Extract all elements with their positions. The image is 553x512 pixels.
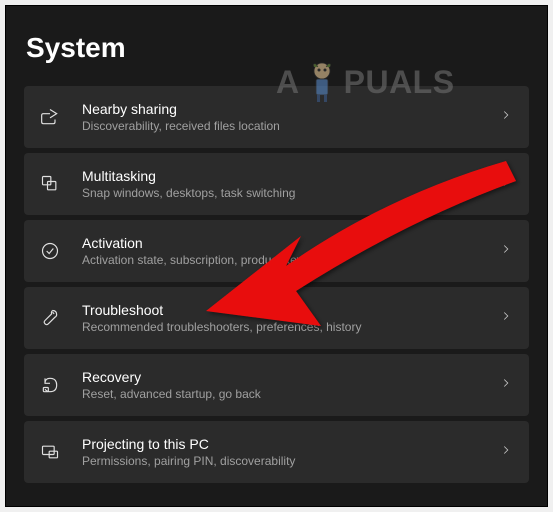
share-icon [38,105,62,129]
recovery-icon [38,373,62,397]
settings-item-multitasking[interactable]: Multitasking Snap windows, desktops, tas… [24,153,529,215]
settings-window: System A PUALS Nearby sharing Dis [5,5,548,507]
item-text: Recovery Reset, advanced startup, go bac… [82,368,489,403]
item-subtitle: Permissions, pairing PIN, discoverabilit… [82,454,489,470]
settings-list: Nearby sharing Discoverability, received… [24,86,529,483]
settings-item-activation[interactable]: Activation Activation state, subscriptio… [24,220,529,282]
item-title: Projecting to this PC [82,435,489,453]
wrench-icon [38,306,62,330]
watermark-text-suffix: PUALS [344,64,455,101]
settings-item-troubleshoot[interactable]: Troubleshoot Recommended troubleshooters… [24,287,529,349]
chevron-right-icon [499,309,513,328]
multitasking-icon [38,172,62,196]
item-title: Recovery [82,368,489,386]
page-title: System [26,32,529,64]
item-subtitle: Recommended troubleshooters, preferences… [82,320,489,336]
item-text: Nearby sharing Discoverability, received… [82,100,489,135]
chevron-right-icon [499,242,513,261]
item-text: Troubleshoot Recommended troubleshooters… [82,301,489,336]
watermark-text-prefix: A [276,64,300,101]
item-text: Multitasking Snap windows, desktops, tas… [82,167,489,202]
chevron-right-icon [499,443,513,462]
item-subtitle: Snap windows, desktops, task switching [82,186,489,202]
settings-item-recovery[interactable]: Recovery Reset, advanced startup, go bac… [24,354,529,416]
item-text: Projecting to this PC Permissions, pairi… [82,435,489,470]
chevron-right-icon [499,108,513,127]
checkmark-circle-icon [38,239,62,263]
settings-item-projecting[interactable]: Projecting to this PC Permissions, pairi… [24,421,529,483]
watermark-mascot-icon [306,61,338,103]
watermark: A PUALS [276,61,455,103]
chevron-right-icon [499,175,513,194]
item-subtitle: Activation state, subscription, product … [82,253,489,269]
item-title: Multitasking [82,167,489,185]
item-subtitle: Reset, advanced startup, go back [82,387,489,403]
item-title: Troubleshoot [82,301,489,319]
item-subtitle: Discoverability, received files location [82,119,489,135]
item-title: Activation [82,234,489,252]
item-text: Activation Activation state, subscriptio… [82,234,489,269]
projecting-icon [38,440,62,464]
chevron-right-icon [499,376,513,395]
